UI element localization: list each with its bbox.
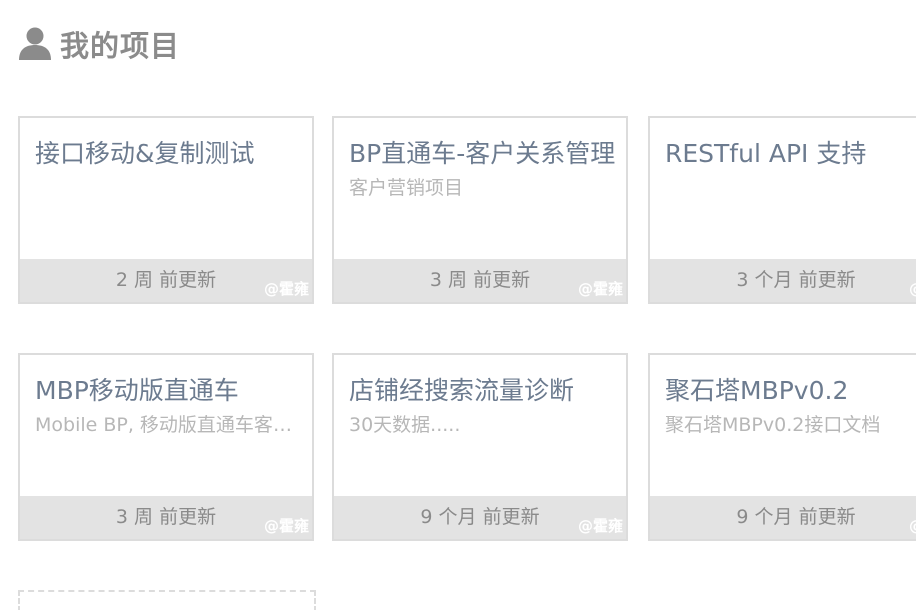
project-description: 客户营销项目 <box>349 177 464 199</box>
project-description: 30天数据..... <box>349 414 461 436</box>
project-title[interactable]: 接口移动&复制测试 <box>35 138 302 170</box>
project-owner[interactable]: @霍雍 <box>264 515 309 536</box>
project-footer: 2 周 前更新 @霍雍 <box>20 259 312 302</box>
new-project-placeholder[interactable] <box>18 590 316 610</box>
project-footer: 3 周 前更新 @霍雍 <box>20 496 312 539</box>
project-card[interactable]: MBP移动版直通车 Mobile BP, 移动版直通车客户端 3 周 前更新 @… <box>18 353 314 541</box>
project-owner[interactable]: @霍 <box>909 278 916 299</box>
user-icon <box>18 26 52 62</box>
project-card[interactable]: 店铺经搜索流量诊断 30天数据..... 9 个月 前更新 @霍雍 <box>332 353 628 541</box>
page-header: 我的项目 <box>18 22 180 66</box>
project-updated-time: 3 个月 前更新 <box>736 269 856 291</box>
project-owner[interactable]: @霍雍 <box>578 278 623 299</box>
project-footer: 3 个月 前更新 @霍 <box>650 259 916 302</box>
project-title[interactable]: 聚石塔MBPv0.2 <box>665 375 916 407</box>
project-updated-time: 9 个月 前更新 <box>736 506 856 528</box>
project-card[interactable]: 接口移动&复制测试 2 周 前更新 @霍雍 <box>18 116 314 304</box>
project-description: Mobile BP, 移动版直通车客户端 <box>35 414 302 436</box>
project-footer: 9 个月 前更新 @霍雍 <box>334 496 626 539</box>
project-card[interactable]: RESTful API 支持 3 个月 前更新 @霍 <box>648 116 916 304</box>
project-description: 聚石塔MBPv0.2接口文档 <box>665 414 881 436</box>
project-owner[interactable]: @霍雍 <box>264 278 309 299</box>
project-title[interactable]: 店铺经搜索流量诊断 <box>349 375 616 407</box>
page: 我的项目 接口移动&复制测试 2 周 前更新 @霍雍 BP直通车-客户关系管理 … <box>0 0 916 610</box>
project-title[interactable]: BP直通车-客户关系管理 <box>349 138 616 170</box>
project-title[interactable]: RESTful API 支持 <box>665 138 916 170</box>
project-card[interactable]: 聚石塔MBPv0.2 聚石塔MBPv0.2接口文档 9 个月 前更新 @霍 <box>648 353 916 541</box>
project-owner[interactable]: @霍雍 <box>578 515 623 536</box>
page-title: 我的项目 <box>60 29 181 63</box>
project-owner[interactable]: @霍 <box>909 515 916 536</box>
project-title[interactable]: MBP移动版直通车 <box>35 375 302 407</box>
project-card[interactable]: BP直通车-客户关系管理 客户营销项目 3 周 前更新 @霍雍 <box>332 116 628 304</box>
project-footer: 3 周 前更新 @霍雍 <box>334 259 626 302</box>
project-footer: 9 个月 前更新 @霍 <box>650 496 916 539</box>
